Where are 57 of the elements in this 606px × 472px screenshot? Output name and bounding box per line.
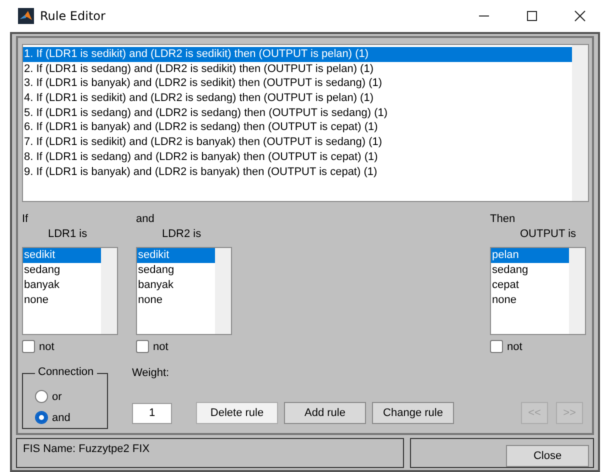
app-icon xyxy=(18,8,34,24)
weight-field[interactable]: 1 xyxy=(132,402,172,424)
rule-item[interactable]: 4. If (LDR1 is sedikit) and (LDR2 is sedang) then (OUTPUT is pelan) (1) xyxy=(23,91,572,106)
option-item[interactable]: cepat xyxy=(491,278,569,293)
scrollbar[interactable] xyxy=(215,248,231,334)
option-item[interactable]: banyak xyxy=(23,278,101,293)
close-icon[interactable] xyxy=(574,10,586,22)
option-item[interactable]: sedang xyxy=(491,263,569,278)
rule-item[interactable]: 8. If (LDR1 is sedang) and (LDR2 is banyak) then (OUTPUT is cepat) (1) xyxy=(23,150,572,164)
option-list[interactable]: pelan sedang cepat none xyxy=(490,247,586,335)
variable-prefix: and xyxy=(136,213,156,227)
option-item[interactable]: sedikit xyxy=(137,248,215,263)
variable-label: LDR2 is xyxy=(161,228,202,242)
variable-label: LDR1 is xyxy=(47,228,88,242)
rule-list[interactable] xyxy=(22,44,589,202)
option-item[interactable]: none xyxy=(137,293,215,308)
fis-name: FIS Name: Fuzzytpe2 FIX xyxy=(23,443,150,455)
window-title: Rule Editor xyxy=(40,9,106,23)
checkbox-label: not xyxy=(153,340,168,352)
rule-button[interactable]: Add rule xyxy=(284,402,366,424)
rule-item[interactable]: 9. If (LDR1 is banyak) and (LDR2 is banyak) then (OUTPUT is cepat) (1) xyxy=(23,164,572,180)
option-item[interactable]: sedang xyxy=(23,263,101,278)
weight-label: Weight: xyxy=(132,367,170,381)
variable-label: OUTPUT is xyxy=(519,228,578,242)
group-title: Connection xyxy=(35,366,97,378)
option-item[interactable]: none xyxy=(491,293,569,308)
option-item[interactable]: banyak xyxy=(137,278,215,293)
rule-button[interactable]: Change rule xyxy=(372,402,454,424)
option-list[interactable]: sedikit sedang banyak none xyxy=(22,247,118,335)
scrollbar[interactable] xyxy=(101,248,117,334)
rule-item[interactable]: 2. If (LDR1 is sedang) and (LDR2 is sedikit) then (OUTPUT is pelan) (1) xyxy=(23,62,572,76)
rule-item[interactable]: 5. If (LDR1 is sedang) and (LDR2 is sedang) then (OUTPUT is sedang) (1) xyxy=(23,106,572,120)
rule-item[interactable]: 7. If (LDR1 is sedikit) and (LDR2 is banyak) then (OUTPUT is sedang) (1) xyxy=(23,135,572,150)
not-checkbox[interactable] xyxy=(22,340,35,353)
option-item[interactable]: sedikit xyxy=(23,248,101,263)
scrollbar[interactable] xyxy=(572,45,588,201)
option-list[interactable]: sedikit sedang banyak none xyxy=(136,247,232,335)
option-item[interactable]: none xyxy=(23,293,101,308)
option-item[interactable]: sedang xyxy=(137,263,215,278)
radio-button[interactable] xyxy=(35,411,48,424)
radio-label: and xyxy=(52,412,70,424)
close-button[interactable]: Close xyxy=(506,445,589,467)
checkbox-label: not xyxy=(39,340,54,352)
rule-item[interactable]: 6. If (LDR1 is banyak) and (LDR2 is sedang) then (OUTPUT is cepat) (1) xyxy=(23,120,572,136)
not-checkbox[interactable] xyxy=(136,340,149,353)
rule-button[interactable]: Delete rule xyxy=(196,402,278,424)
option-item[interactable]: pelan xyxy=(491,248,569,263)
scrollbar[interactable] xyxy=(569,248,585,334)
variable-prefix: If xyxy=(22,213,30,227)
variable-prefix: Then xyxy=(490,213,516,227)
rule-item[interactable]: 3. If (LDR1 is banyak) and (LDR2 is sedikit) then (OUTPUT is sedang) (1) xyxy=(23,76,572,92)
not-checkbox[interactable] xyxy=(490,340,503,353)
radio-label: or xyxy=(52,390,62,402)
radio-button[interactable] xyxy=(35,390,48,403)
rule-item[interactable]: 1. If (LDR1 is sedikit) and (LDR2 is sedikit) then (OUTPUT is pelan) (1) xyxy=(23,47,572,62)
maximize-icon[interactable] xyxy=(526,10,538,22)
checkbox-label: not xyxy=(507,340,522,352)
